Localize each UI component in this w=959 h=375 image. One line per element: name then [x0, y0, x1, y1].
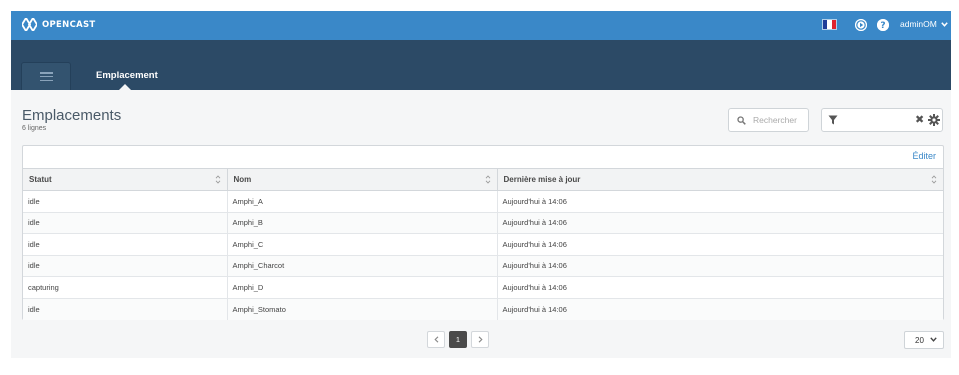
sort-icon [215, 175, 220, 184]
status-cell: capturing [23, 276, 227, 299]
page-title: Emplacements [22, 107, 122, 124]
status-cell: idle [23, 212, 227, 234]
table-row[interactable]: idle Amphi_C Aujourd'hui à 14:06 [23, 233, 943, 256]
user-name: adminOM [900, 19, 937, 29]
play-circle-icon[interactable] [855, 19, 867, 31]
hamburger-icon [39, 72, 53, 81]
search-input[interactable] [753, 115, 805, 125]
top-bar: OPENCAST ? adminOM [11, 11, 951, 40]
opencast-logo-icon [22, 18, 37, 31]
search-field[interactable] [728, 108, 809, 132]
menu-toggle-button[interactable] [21, 62, 71, 90]
page-button-current[interactable]: 1 [449, 331, 467, 348]
table-row[interactable]: capturing Amphi_D Aujourd'hui à 14:06 [23, 276, 943, 299]
language-flag-icon[interactable] [822, 19, 837, 30]
sort-icon [931, 175, 937, 184]
name-cell: Amphi_Charcot [226, 255, 497, 277]
app-window: OPENCAST ? adminOM Emplacement Emplaceme… [11, 11, 951, 358]
status-cell: idle [23, 255, 227, 277]
edit-link[interactable]: Éditer [912, 151, 936, 161]
brand-name: OPENCAST [42, 19, 96, 30]
updated-cell: Aujourd'hui à 14:06 [496, 233, 943, 256]
chevron-down-icon [941, 21, 948, 27]
table-header-row: Statut Nom Dernière mise à jour [23, 168, 943, 191]
gear-icon[interactable] [928, 114, 940, 126]
help-icon[interactable]: ? [877, 19, 889, 31]
status-cell: idle [23, 190, 227, 213]
clear-filters-icon[interactable]: ✖ [915, 114, 924, 126]
row-count: 6 lignes [22, 125, 47, 132]
sort-icon [485, 175, 490, 184]
name-cell: Amphi_C [226, 233, 497, 256]
updated-cell: Aujourd'hui à 14:06 [496, 190, 943, 213]
table-row[interactable]: idle Amphi_A Aujourd'hui à 14:06 [23, 190, 943, 213]
previous-page-button[interactable] [427, 331, 445, 348]
pagination: 1 [427, 331, 489, 348]
table-row[interactable]: idle Amphi_B Aujourd'hui à 14:06 [23, 212, 943, 234]
chevron-down-icon [930, 337, 937, 342]
column-header-status[interactable]: Statut [23, 168, 227, 191]
table-row[interactable]: idle Amphi_Stomato Aujourd'hui à 14:06 [23, 298, 943, 320]
updated-cell: Aujourd'hui à 14:06 [496, 212, 943, 234]
svg-text:?: ? [880, 21, 885, 31]
page-size-select[interactable]: 20 [904, 331, 944, 349]
status-cell: idle [23, 233, 227, 256]
chevron-right-icon [478, 336, 483, 343]
search-icon [737, 115, 746, 125]
column-header-name[interactable]: Nom [226, 168, 497, 191]
name-cell: Amphi_Stomato [226, 298, 497, 320]
active-tab-indicator [119, 84, 131, 90]
status-cell: idle [23, 298, 227, 320]
updated-cell: Aujourd'hui à 14:06 [496, 276, 943, 299]
nav-bar: Emplacement [11, 40, 951, 90]
chevron-left-icon [433, 336, 438, 343]
opencast-logo[interactable]: OPENCAST [22, 18, 96, 31]
locations-table: Statut Nom Dernière mise à jour idle Amp… [23, 168, 943, 320]
tab-emplacement[interactable]: Emplacement [96, 70, 158, 81]
user-menu[interactable]: adminOM [900, 19, 948, 29]
name-cell: Amphi_D [226, 276, 497, 299]
updated-cell: Aujourd'hui à 14:06 [496, 255, 943, 277]
updated-cell: Aujourd'hui à 14:06 [496, 298, 943, 320]
filter-icon[interactable] [828, 115, 838, 125]
name-cell: Amphi_A [226, 190, 497, 213]
column-header-last-updated[interactable]: Dernière mise à jour [496, 168, 943, 191]
next-page-button[interactable] [471, 331, 489, 348]
page-size-value: 20 [915, 335, 924, 345]
locations-table-panel: Éditer Statut Nom Dernière mise à jour i… [22, 145, 944, 320]
name-cell: Amphi_B [226, 212, 497, 234]
filter-bar[interactable]: ✖ [821, 108, 943, 132]
table-row[interactable]: idle Amphi_Charcot Aujourd'hui à 14:06 [23, 255, 943, 277]
